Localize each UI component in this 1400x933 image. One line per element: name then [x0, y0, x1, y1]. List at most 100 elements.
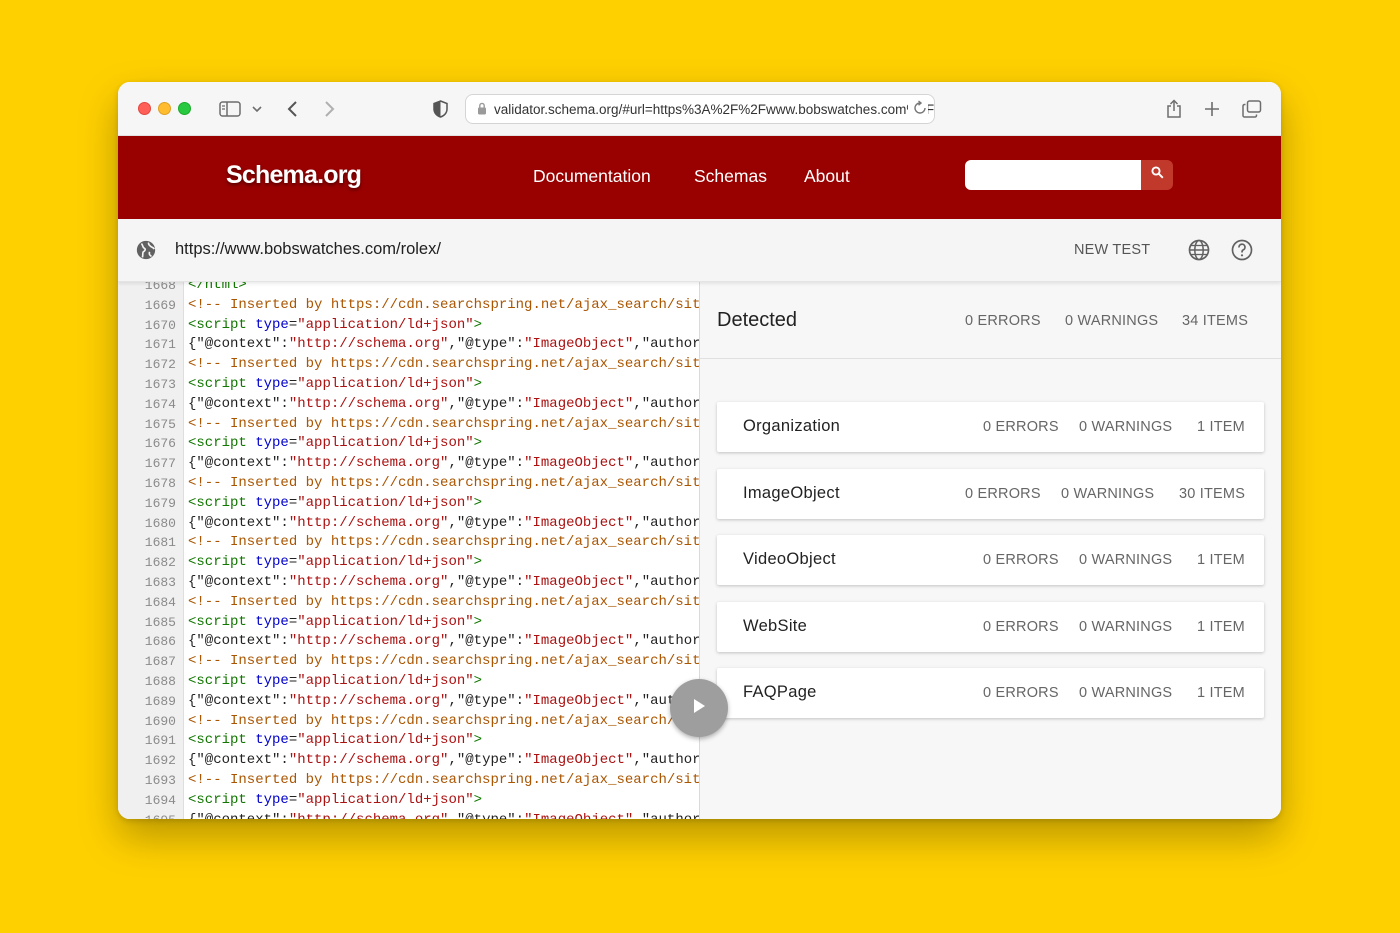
search-icon: [1150, 166, 1164, 184]
result-card-organization[interactable]: Organization 0 ERRORS 0 WARNINGS 1 ITEM: [717, 402, 1264, 452]
code-text: {"@context":"http://schema.org","@type":…: [188, 573, 699, 590]
result-errors: 0 ERRORS: [983, 619, 1059, 635]
line-number: 1670: [144, 317, 176, 333]
line-number: 1689: [144, 693, 176, 709]
tabs-overview-icon[interactable]: [1241, 98, 1263, 120]
result-type-name: VideoObject: [743, 550, 836, 568]
lock-icon: [477, 102, 487, 118]
line-number: 1674: [144, 396, 176, 412]
total-items: 34 ITEMS: [1182, 313, 1249, 329]
sidebar-icon[interactable]: [218, 98, 242, 120]
code-line: 1678 <!-- Inserted by https://cdn.searchs…: [118, 474, 699, 494]
result-errors: 0 ERRORS: [965, 486, 1041, 502]
code-text: {"@context":"http://schema.org","@type":…: [188, 811, 699, 819]
line-number: 1693: [144, 772, 176, 788]
detected-title: Detected: [717, 309, 798, 331]
code-text: <!-- Inserted by https://cdn.searchsprin…: [188, 534, 699, 551]
code-line: 1684 <!-- Inserted by https://cdn.searchs…: [118, 593, 699, 613]
line-number: 1686: [144, 634, 176, 650]
result-card-imageobject[interactable]: ImageObject 0 ERRORS 0 WARNINGS 30 ITEMS: [717, 469, 1264, 519]
code-text: <script type="application/ld+json">: [188, 554, 483, 571]
tested-url[interactable]: https://www.bobswatches.com/rolex/: [175, 240, 441, 259]
result-card-website[interactable]: WebSite 0 ERRORS 0 WARNINGS 1 ITEM: [717, 602, 1264, 652]
detected-header: Detected 0 ERRORS 0 WARNINGS 34 ITEMS: [700, 282, 1281, 359]
code-text: <!-- Inserted by https://cdn.searchsprin…: [188, 593, 699, 610]
code-text: {"@context":"http://schema.org","@type":…: [188, 336, 699, 353]
line-number: 1671: [144, 337, 176, 353]
code-line: 1694 <script type="application/ld+json">: [118, 791, 699, 811]
code-line: 1695 {"@context":"http://schema.org","@ty…: [118, 811, 699, 819]
line-number: 1682: [144, 555, 176, 571]
line-number: 1679: [144, 495, 176, 511]
address-bar[interactable]: validator.schema.org/#url=https%3A%2F%2F…: [465, 94, 935, 124]
result-items: 30 ITEMS: [1179, 486, 1246, 502]
play-icon: [692, 698, 706, 719]
new-test-button[interactable]: NEW TEST: [1074, 242, 1150, 258]
code-text: </html>: [188, 282, 247, 293]
code-text: <script type="application/ld+json">: [188, 672, 483, 689]
result-card-videoobject[interactable]: VideoObject 0 ERRORS 0 WARNINGS 1 ITEM: [717, 535, 1264, 585]
language-icon[interactable]: [1188, 239, 1210, 266]
shield-icon[interactable]: [431, 98, 449, 120]
code-text: {"@context":"http://schema.org","@type":…: [188, 395, 699, 412]
zoom-window-button[interactable]: [178, 102, 191, 115]
code-text: <!-- Inserted by https://cdn.searchsprin…: [188, 712, 699, 729]
share-icon[interactable]: [1164, 98, 1184, 120]
line-number: 1690: [144, 713, 176, 729]
line-number: 1668: [144, 282, 176, 293]
code-line: 1681 <!-- Inserted by https://cdn.searchs…: [118, 533, 699, 553]
source-code-panel[interactable]: 1668 </html> 1669 <!-- Inserted by https://…: [118, 282, 699, 819]
result-warnings: 0 WARNINGS: [1079, 685, 1173, 701]
code-text: <!-- Inserted by https://cdn.searchsprin…: [188, 415, 699, 432]
back-icon[interactable]: [284, 98, 300, 120]
total-warnings: 0 WARNINGS: [1065, 313, 1159, 329]
code-text: <script type="application/ld+json">: [188, 732, 483, 749]
code-line: 1690 <!-- Inserted by https://cdn.searchs…: [118, 712, 699, 732]
line-number: 1681: [144, 535, 176, 551]
run-test-button[interactable]: [670, 679, 728, 737]
help-icon[interactable]: [1231, 239, 1253, 266]
nav-about[interactable]: About: [804, 166, 850, 187]
nav-schemas[interactable]: Schemas: [694, 166, 767, 187]
site-header: Schema.org Documentation Schemas About: [118, 136, 1281, 219]
result-warnings: 0 WARNINGS: [1079, 552, 1173, 568]
site-logo[interactable]: Schema.org: [226, 161, 362, 190]
code-line: 1673 <script type="application/ld+json">: [118, 375, 699, 395]
results-panel: Detected 0 ERRORS 0 WARNINGS 34 ITEMS Or…: [700, 282, 1281, 819]
result-items: 1 ITEM: [1197, 552, 1245, 568]
nav-documentation[interactable]: Documentation: [533, 166, 651, 187]
new-tab-icon[interactable]: [1203, 98, 1221, 120]
total-errors: 0 ERRORS: [965, 313, 1041, 329]
code-line: 1675 <!-- Inserted by https://cdn.searchs…: [118, 415, 699, 435]
code-line: 1687 <!-- Inserted by https://cdn.searchs…: [118, 652, 699, 672]
code-text: <script type="application/ld+json">: [188, 435, 483, 452]
code-lines: 1668 </html> 1669 <!-- Inserted by https://…: [118, 282, 699, 819]
line-number: 1685: [144, 614, 176, 630]
reload-icon[interactable]: [908, 100, 928, 119]
line-number: 1683: [144, 574, 176, 590]
code-line: 1683 {"@context":"http://schema.org","@ty…: [118, 573, 699, 593]
search-button[interactable]: [1141, 160, 1173, 190]
code-line: 1693 <!-- Inserted by https://cdn.searchs…: [118, 771, 699, 791]
result-type-name: WebSite: [743, 617, 808, 635]
line-number: 1680: [144, 515, 176, 531]
line-number: 1695: [118, 811, 176, 819]
code-line: 1685 <script type="application/ld+json">: [118, 613, 699, 633]
close-window-button[interactable]: [138, 102, 151, 115]
code-line: 1682 <script type="application/ld+json">: [118, 553, 699, 573]
line-number: 1672: [144, 357, 176, 373]
code-text: <!-- Inserted by https://cdn.searchsprin…: [188, 356, 699, 373]
site-search-input[interactable]: [965, 160, 1141, 190]
forward-icon[interactable]: [321, 98, 337, 120]
line-number: 1687: [144, 654, 176, 670]
minimize-window-button[interactable]: [158, 102, 171, 115]
browser-toolbar: validator.schema.org/#url=https%3A%2F%2F…: [118, 82, 1281, 136]
result-errors: 0 ERRORS: [983, 552, 1059, 568]
code-text: {"@context":"http://schema.org","@type":…: [188, 455, 699, 472]
code-line: 1680 {"@context":"http://schema.org","@ty…: [118, 514, 699, 534]
code-line: 1669 <!-- Inserted by https://cdn.searchs…: [118, 296, 699, 316]
result-card-faqpage[interactable]: FAQPage 0 ERRORS 0 WARNINGS 1 ITEM: [717, 668, 1264, 718]
chevron-down-icon[interactable]: [251, 98, 263, 120]
result-items: 1 ITEM: [1197, 619, 1245, 635]
line-number: 1688: [144, 673, 176, 689]
